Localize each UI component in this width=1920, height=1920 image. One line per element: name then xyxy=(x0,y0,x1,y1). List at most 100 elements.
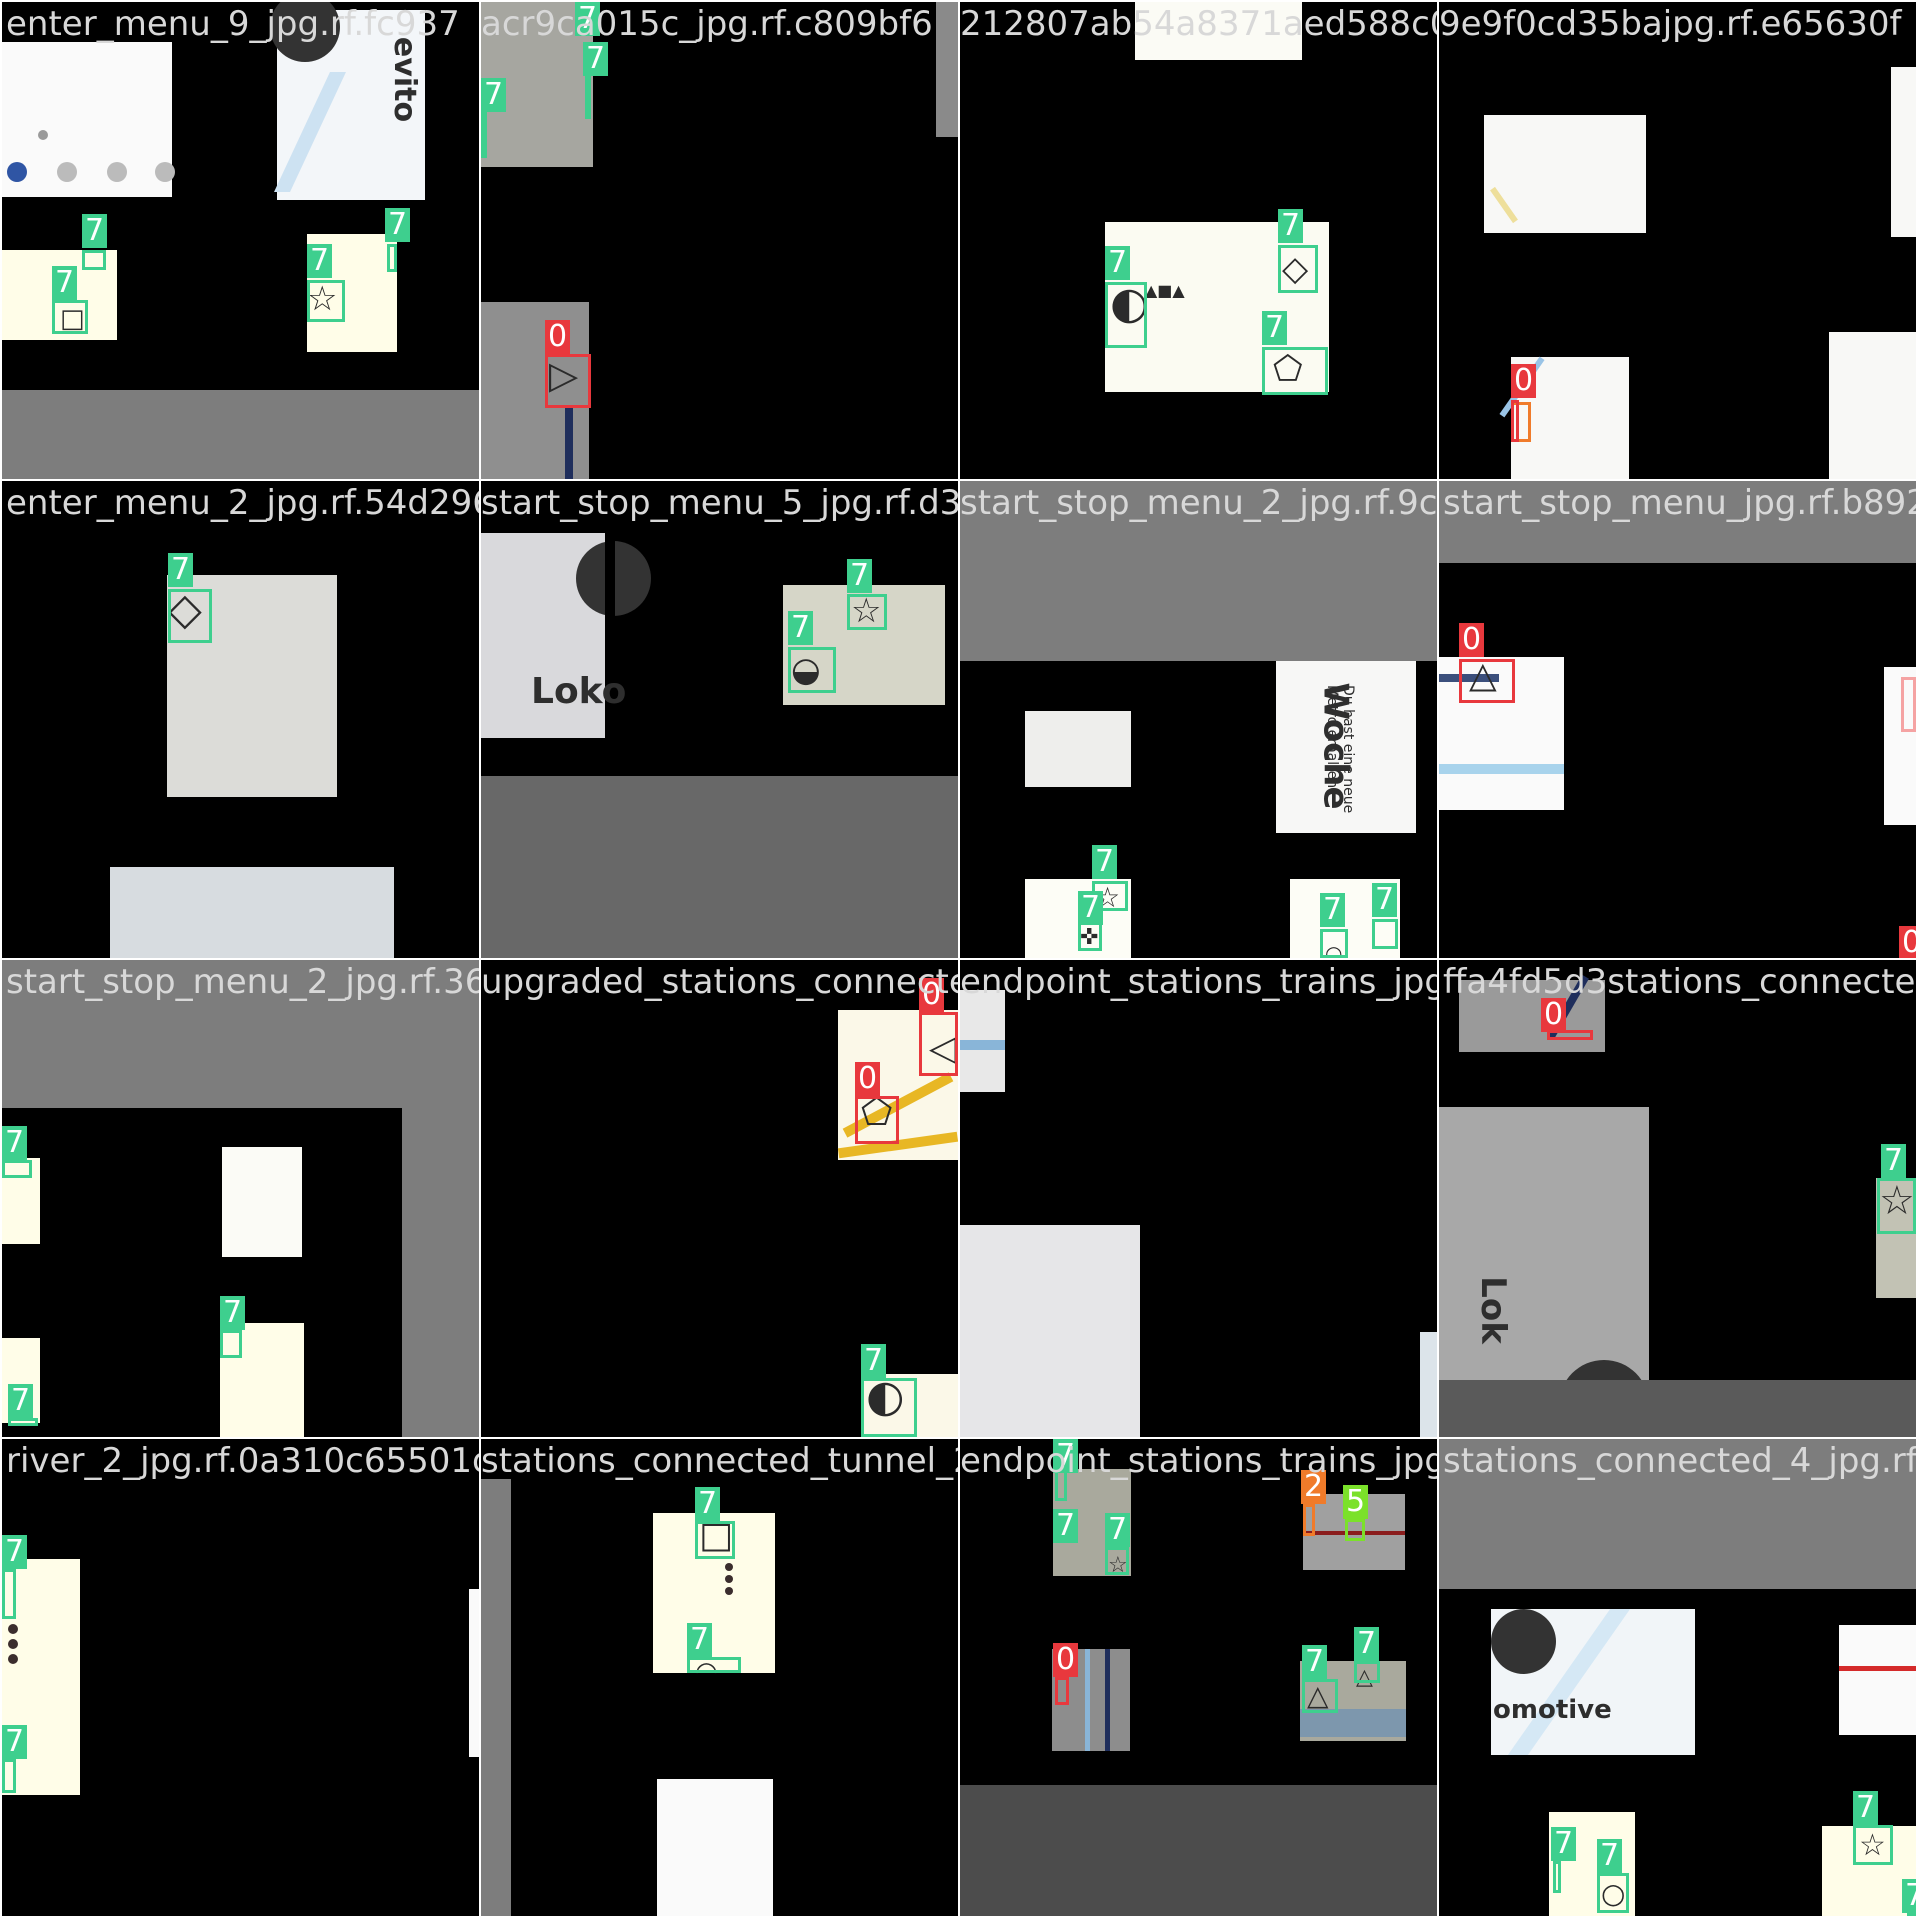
bbox-class-7 xyxy=(687,1657,741,1673)
tile-5: Loko ☆ ◒ 7 7 start_stop_menu_5_jpg.rf.d3… xyxy=(481,481,958,958)
passenger-shapes-icon: ▲■▲ xyxy=(1145,281,1185,300)
grey-band xyxy=(1459,980,1605,1052)
white-panel xyxy=(222,1147,302,1257)
tile-9: ⬠ ◁ 0 0 ◐ 7 upgraded_stations_connected_… xyxy=(481,960,958,1437)
top-band xyxy=(1439,481,1916,563)
bbox-class-7 xyxy=(861,1378,917,1437)
tile-7: △ 0 0 start_stop_menu_jpg.rf.b892 xyxy=(1439,481,1916,958)
bbox-label: 7 xyxy=(1278,209,1304,243)
bbox-label: 7 xyxy=(1372,883,1398,917)
bbox-class-7 xyxy=(2,1160,32,1178)
tile-1: ▷ 7 7 0 7 acr9ca015c_jpg.rf.c809bf6 xyxy=(481,2,958,479)
map-label: omotive xyxy=(1493,1695,1612,1725)
bbox-label: 0 xyxy=(1459,623,1485,657)
passenger-dot xyxy=(8,1624,18,1634)
white-panel xyxy=(657,1779,773,1916)
bbox-class-7 xyxy=(1853,1825,1893,1865)
white-panel xyxy=(1025,711,1131,787)
blue-line xyxy=(1300,1709,1406,1737)
bbox-label: 7 xyxy=(481,78,507,112)
tile-title: upgraded_stations_connected_1_jpg.rf xyxy=(481,962,958,1002)
bbox-label: 7 xyxy=(307,244,333,278)
page-dot xyxy=(155,162,175,182)
map-sublabel: Du hast eine neue Metro erhalten. xyxy=(1324,685,1356,814)
tile-10: endpoint_stations_trains_jpg xyxy=(960,960,1437,1437)
tile-12: 7 7 river_2_jpg.rf.0a310c65501d384b5d3fe… xyxy=(2,1439,479,1916)
bbox-class-7 xyxy=(8,1418,38,1426)
bbox-class-7 xyxy=(1553,1861,1561,1893)
grey-band xyxy=(2,960,479,1108)
passenger-dot xyxy=(8,1654,18,1664)
grey-band xyxy=(481,1479,511,1916)
bbox-label: 0 xyxy=(919,978,945,1012)
bbox-class-7 xyxy=(220,1330,242,1358)
bbox-class-0 xyxy=(545,354,591,408)
bbox-label: 0 xyxy=(855,1062,881,1096)
bbox-label: 7 xyxy=(583,42,609,76)
bbox-label: 7 xyxy=(1053,1509,1079,1543)
grey-band xyxy=(402,1108,479,1437)
white-panel xyxy=(1135,2,1302,60)
bbox-label: 7 xyxy=(1053,1439,1079,1473)
bbox-class-0 xyxy=(855,1096,899,1144)
bbox-class-0 xyxy=(1459,659,1515,703)
bbox-label: 7 xyxy=(1551,1827,1577,1861)
floor-band xyxy=(2,390,479,479)
bbox-label: 7 xyxy=(1262,311,1288,345)
bbox-class-0 xyxy=(1901,677,1916,732)
tile-title: stations_connected_tunnel_2_jpg.rf xyxy=(481,1441,958,1481)
blue-line xyxy=(960,1040,1005,1050)
floor-band xyxy=(1439,1380,1916,1437)
bbox-label: 7 xyxy=(1853,1791,1879,1825)
bbox-class-7 xyxy=(1078,921,1102,951)
bbox-label: 7 xyxy=(788,611,814,645)
tile-title: start_stop_menu_5_jpg.rf.d35747244985ed6 xyxy=(481,483,958,523)
bbox-class-7 xyxy=(695,1521,735,1559)
metro-line xyxy=(565,407,573,479)
passenger-dot xyxy=(725,1575,733,1583)
map-label: Loko xyxy=(531,671,627,712)
bbox-label: 0 xyxy=(1899,926,1916,958)
bbox-class-7 xyxy=(2,1759,16,1793)
bbox-label: 7 xyxy=(687,1623,713,1657)
bbox-label: 7 xyxy=(1092,845,1118,879)
blue-line xyxy=(1085,1649,1090,1751)
bbox-label: 7 xyxy=(385,208,411,242)
white-panel xyxy=(1829,332,1916,479)
tile-6: Woche Du hast eine neue Metro erhalten. … xyxy=(960,481,1437,958)
tile-2: ◐ ▲■▲ ◇ ⬠ 7 7 7 212807ab54a8371aed588c0e… xyxy=(960,2,1437,479)
bbox-label: 0 xyxy=(1511,364,1537,398)
page-dot xyxy=(107,162,127,182)
passenger-dot xyxy=(725,1587,733,1595)
tile-title: endpoint_stations_trains_jpg xyxy=(960,1441,1437,1481)
floor-band xyxy=(481,776,958,958)
bbox-class-7 xyxy=(52,300,88,334)
locomotive-icon xyxy=(1491,1609,1556,1674)
bbox-label: 2 xyxy=(1301,1470,1327,1504)
bbox-class-7 xyxy=(1105,1547,1129,1575)
tile-11: Lok ☆ 7 0 ffa4fd5d3stations_connecte xyxy=(1439,960,1916,1437)
bbox-label: 7 xyxy=(8,1384,34,1418)
map-label: evito xyxy=(387,36,423,123)
bbox-label: 0 xyxy=(1541,998,1567,1032)
river-line xyxy=(1439,764,1564,774)
bbox-label: 7 xyxy=(1105,1513,1131,1547)
bbox-label: 7 xyxy=(1302,1645,1328,1679)
tile-15: omotive ○ ☆ 7 7 7 7 stations_connected_4… xyxy=(1439,1439,1916,1916)
bbox-label: 7 xyxy=(695,1487,721,1521)
bbox-class-7 xyxy=(307,280,345,322)
passenger-dot xyxy=(725,1563,733,1571)
bbox-class-7 xyxy=(1105,282,1147,348)
bbox-label: 7 xyxy=(2,1535,28,1569)
bbox-class-7 xyxy=(1262,347,1328,395)
tile-title: 9e9f0cd35bajpg.rf.e65630f xyxy=(1439,4,1902,44)
bbox-class-7 xyxy=(847,594,887,630)
bbox-class-7 xyxy=(1372,919,1398,949)
bbox-label: 7 xyxy=(82,214,108,248)
page-dot-active xyxy=(7,162,27,182)
tile-13: □ ◠ 7 7 stations_connected_tunnel_2_jpg.… xyxy=(481,1439,958,1916)
bbox-class-7 xyxy=(1278,245,1318,293)
bbox-label: 7 xyxy=(847,559,873,593)
tile-4: ◇ 7 enter_menu_2_jpg.rf.54d296f2f08370a8… xyxy=(2,481,479,958)
grey-panel xyxy=(936,2,958,137)
